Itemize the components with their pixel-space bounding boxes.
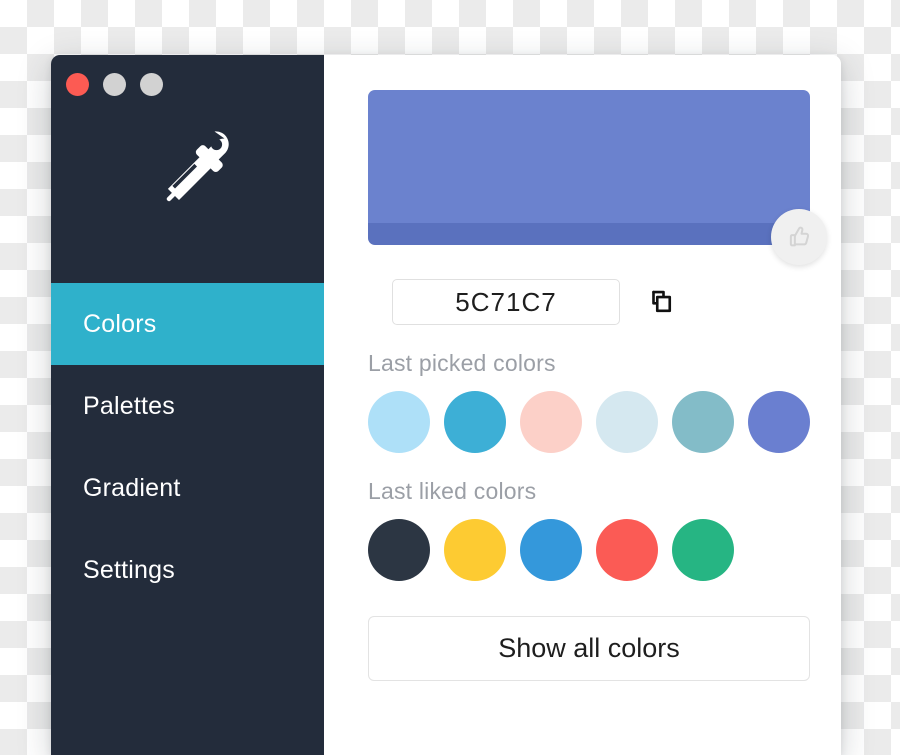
thumbs-up-icon [789, 226, 810, 247]
color-swatch[interactable] [596, 519, 658, 581]
last-picked-section: Last picked colors [368, 350, 810, 453]
color-swatch[interactable] [444, 391, 506, 453]
current-color-preview[interactable] [368, 90, 810, 245]
sidebar-item-settings[interactable]: Settings [51, 529, 324, 611]
hex-input[interactable] [392, 279, 620, 325]
sidebar-nav: Colors Palettes Gradient Settings [51, 283, 324, 611]
sidebar-item-label: Palettes [83, 391, 175, 420]
sidebar-item-label: Colors [83, 309, 157, 338]
color-preview-area [368, 90, 827, 265]
current-color-shade [368, 223, 810, 245]
color-swatch[interactable] [596, 391, 658, 453]
sidebar-item-gradient[interactable]: Gradient [51, 447, 324, 529]
color-swatch[interactable] [520, 519, 582, 581]
show-all-colors-button[interactable]: Show all colors [368, 616, 810, 681]
sidebar-item-palettes[interactable]: Palettes [51, 365, 324, 447]
copy-button[interactable] [646, 287, 676, 317]
last-liked-title: Last liked colors [368, 478, 537, 504]
eyedropper-icon [166, 131, 229, 202]
sidebar-item-colors[interactable]: Colors [51, 283, 324, 365]
color-swatch[interactable] [748, 391, 810, 453]
sidebar-item-label: Settings [83, 555, 175, 584]
color-swatch[interactable] [368, 519, 430, 581]
hex-code-row [368, 279, 810, 325]
current-color-fill [368, 90, 810, 223]
like-button[interactable] [771, 209, 827, 265]
color-swatch[interactable] [444, 519, 506, 581]
color-swatch[interactable] [672, 391, 734, 453]
last-picked-swatches [368, 391, 810, 453]
last-liked-swatches [368, 519, 810, 581]
minimize-button[interactable] [103, 73, 126, 96]
main-content: Last picked colors Last liked colors Sho… [324, 55, 841, 755]
color-swatch[interactable] [520, 391, 582, 453]
copy-icon [652, 290, 672, 313]
last-liked-section: Last liked colors [368, 478, 810, 581]
app-window: Colors Palettes Gradient Settings 5C71C7… [51, 55, 841, 755]
maximize-button[interactable] [140, 73, 163, 96]
color-swatch[interactable] [672, 519, 734, 581]
window-controls [66, 73, 163, 96]
color-swatch[interactable] [368, 391, 430, 453]
last-picked-title: Last picked colors [368, 350, 556, 376]
close-button[interactable] [66, 73, 89, 96]
show-all-colors-area: Show all colors [368, 616, 810, 681]
sidebar-item-label: Gradient [83, 473, 181, 502]
sidebar: Colors Palettes Gradient Settings [51, 55, 324, 755]
